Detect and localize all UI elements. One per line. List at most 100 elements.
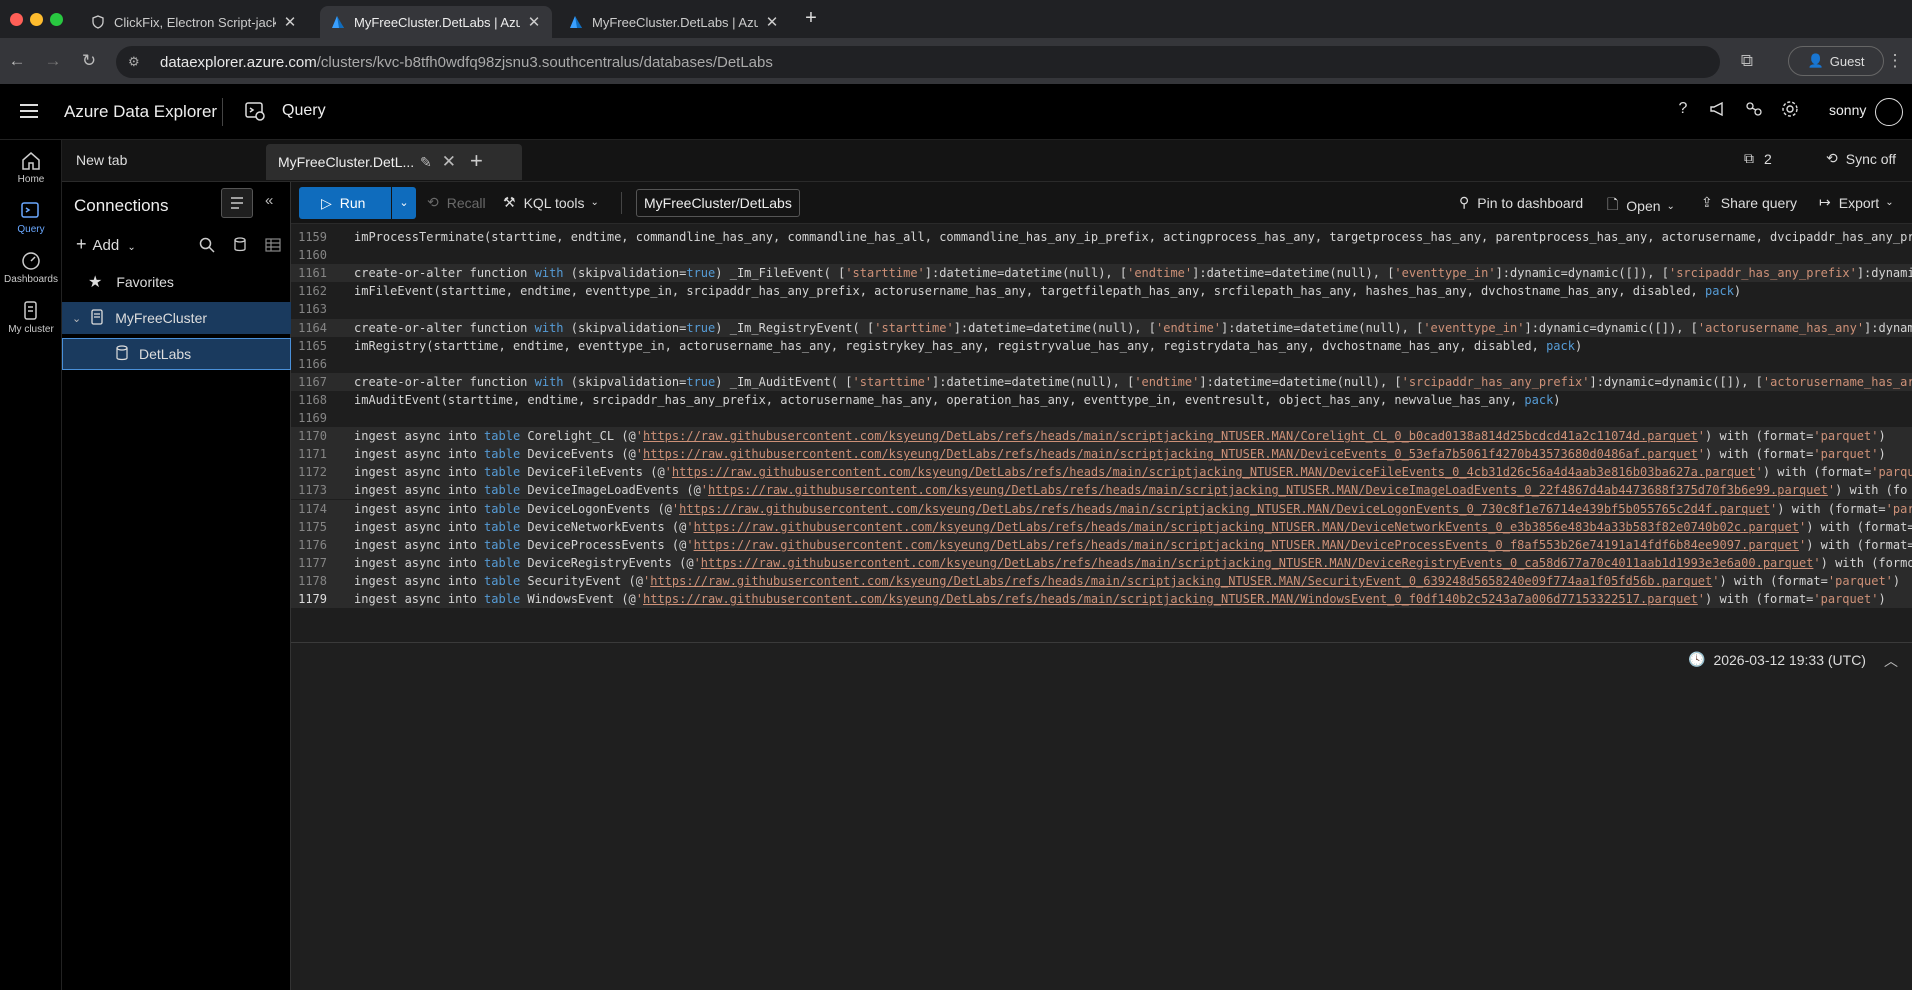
line-text: imRegistry(starttime, endtime, eventtype… — [354, 338, 1583, 353]
editor-line[interactable]: 1176 ingest async into table DeviceProces… — [291, 535, 1912, 554]
export-menu[interactable]: ↦ Export ⌄ — [1819, 194, 1894, 211]
rail-item-query[interactable]: Query — [0, 200, 62, 235]
editor-line[interactable]: 1164 create-or-alter function with (skipv… — [291, 318, 1912, 337]
tab-active-query[interactable]: MyFreeCluster.DetL... ✎ ✕ — [266, 144, 522, 180]
share-connections-icon[interactable] — [1743, 100, 1765, 122]
rail-item-home[interactable]: Home — [0, 150, 62, 185]
plus-icon: + — [76, 234, 87, 254]
window-zoom-button[interactable] — [50, 13, 63, 26]
rail-label: My cluster — [8, 324, 54, 335]
site-info-icon[interactable]: ⚙ — [128, 54, 148, 70]
kql-tools-menu[interactable]: ⚒ KQL tools ⌄ — [503, 194, 599, 211]
close-icon[interactable]: ✕ — [442, 152, 456, 172]
address-bar[interactable]: ⚙ dataexplorer.azure.com/clusters/kvc-b8… — [116, 46, 1720, 78]
feedback-megaphone-icon[interactable] — [1707, 100, 1729, 122]
editor-line[interactable]: 1159 imProcessTerminate(starttime, endtim… — [291, 228, 1912, 246]
editor-line[interactable]: 1168 imAuditEvent(starttime, endtime, src… — [291, 391, 1912, 409]
editor-line[interactable]: 1171 ingest async into table DeviceEvents… — [291, 445, 1912, 464]
tree-item-favorites[interactable]: ★ Favorites — [62, 266, 291, 298]
tab-new-tab[interactable]: New tab — [76, 152, 127, 168]
editor-line[interactable]: 1174 ingest async into table DeviceLogonE… — [291, 499, 1912, 518]
line-number: 1162 — [298, 284, 327, 299]
rail-item-dashboards[interactable]: Dashboards — [0, 250, 62, 285]
database-refresh-icon[interactable] — [232, 236, 250, 254]
editor-line[interactable]: 1165 imRegistry(starttime, endtime, event… — [291, 337, 1912, 355]
tree-item-database[interactable]: DetLabs — [62, 338, 291, 370]
line-number: 1175 — [298, 519, 327, 534]
close-icon[interactable]: ✕ — [526, 13, 542, 31]
window-close-button[interactable] — [10, 13, 23, 26]
window-minimize-button[interactable] — [30, 13, 43, 26]
section-title: Query — [282, 102, 326, 119]
tab-count[interactable]: ⧉ 2 — [1744, 150, 1772, 167]
editor-line[interactable]: 1162 imFileEvent(starttime, endtime, even… — [291, 282, 1912, 300]
editor-line[interactable]: 1161 create-or-alter function with (skipv… — [291, 264, 1912, 283]
avatar[interactable] — [1875, 98, 1903, 126]
editor-line[interactable]: 1179 ingest async into table WindowsEvent… — [291, 590, 1912, 608]
reload-icon[interactable]: ↻ — [78, 50, 100, 72]
editor-line[interactable]: 1178 ingest async into table SecurityEven… — [291, 571, 1912, 590]
line-text: ingest async into table DeviceLogonEvent… — [354, 501, 1912, 516]
install-app-icon[interactable]: ⧉ — [1736, 50, 1758, 72]
profile-button[interactable]: 👤 Guest — [1788, 46, 1884, 76]
profile-label: Guest — [1829, 53, 1865, 69]
new-tab-plus-icon[interactable]: + — [800, 8, 822, 30]
app-title: Azure Data Explorer — [64, 102, 218, 121]
azure-data-explorer-icon — [330, 14, 346, 30]
editor-line[interactable]: 1173 ingest async into table DeviceImageL… — [291, 481, 1912, 500]
run-options-chevron-icon[interactable]: ⌄ — [392, 187, 416, 219]
editor-line[interactable]: 1172 ingest async into table DeviceFileEv… — [291, 463, 1912, 482]
editor-line[interactable]: 1177 ingest async into table DeviceRegist… — [291, 553, 1912, 572]
left-nav-rail: Home Query Dashboards My cluster — [0, 140, 62, 990]
editor-line[interactable]: 1169 — [291, 409, 1912, 427]
settings-gear-icon[interactable] — [1779, 100, 1801, 122]
browser-tab-2[interactable]: MyFreeCluster.DetLabs | Azure ✕ — [320, 6, 552, 38]
close-icon[interactable]: ✕ — [282, 13, 298, 31]
browser-tab-1[interactable]: ClickFix, Electron Script-jacking ✕ — [80, 6, 308, 38]
run-button[interactable]: ▷ Run — [299, 187, 391, 219]
add-connection-button[interactable]: + Add ⌄ — [76, 234, 136, 255]
editor-line[interactable]: 1170 ingest async into table Corelight_CL… — [291, 427, 1912, 446]
line-text: ingest async into table DeviceNetworkEve… — [354, 519, 1912, 534]
rail-item-my-cluster[interactable]: My cluster — [0, 300, 62, 335]
line-number: 1168 — [298, 392, 327, 407]
filter-list-icon[interactable] — [221, 188, 253, 218]
editor-line[interactable]: 1175 ingest async into table DeviceNetwor… — [291, 517, 1912, 536]
share-query-button[interactable]: ⇪ Share query — [1701, 194, 1797, 211]
line-number: 1160 — [298, 248, 327, 263]
forward-arrow-icon[interactable]: → — [42, 50, 64, 72]
user-name[interactable]: sonny — [1829, 102, 1866, 118]
expand-results-chevron-up-icon[interactable]: ︿ — [1884, 651, 1898, 671]
line-number: 1172 — [298, 465, 327, 480]
browser-tab-title: ClickFix, Electron Script-jacking — [114, 14, 276, 30]
browser-tab-3[interactable]: MyFreeCluster.DetLabs | Azure ✕ — [558, 6, 790, 38]
editor-line[interactable]: 1167 create-or-alter function with (skipv… — [291, 372, 1912, 391]
tree-item-cluster[interactable]: ⌄ MyFreeCluster — [62, 302, 291, 334]
edit-pencil-icon[interactable]: ✎ — [420, 154, 432, 171]
add-tab-plus-icon[interactable]: + — [470, 148, 483, 174]
pin-to-dashboard-button[interactable]: ⚲ Pin to dashboard — [1459, 194, 1583, 211]
sync-toggle[interactable]: ⟲ Sync off — [1826, 150, 1896, 167]
recall-button[interactable]: ⟲ Recall — [427, 194, 486, 211]
database-context-selector[interactable]: MyFreeCluster/DetLabs — [636, 189, 800, 217]
close-icon[interactable]: ✕ — [764, 13, 780, 31]
editor-line[interactable]: 1160 — [291, 246, 1912, 264]
query-editor[interactable]: 1159 imProcessTerminate(starttime, endtim… — [291, 224, 1912, 642]
line-number: 1161 — [298, 266, 327, 281]
browser-toolbar: ← → ↻ ⚙ dataexplorer.azure.com/clusters/… — [0, 38, 1912, 84]
open-menu[interactable]: 🗋 Open ⌄ — [1607, 194, 1675, 218]
table-view-icon[interactable] — [264, 236, 282, 254]
browser-menu-icon[interactable]: ⋮ — [1884, 50, 1906, 72]
line-number: 1171 — [298, 447, 327, 462]
line-number: 1176 — [298, 537, 327, 552]
editor-line[interactable]: 1166 — [291, 355, 1912, 373]
editor-line[interactable]: 1163 — [291, 300, 1912, 318]
hamburger-menu-icon[interactable] — [20, 104, 38, 118]
collapse-panel-icon[interactable]: « — [265, 192, 273, 209]
help-icon[interactable]: ? — [1672, 100, 1694, 122]
copies-icon: ⧉ — [1744, 150, 1754, 166]
export-icon: ↦ — [1819, 194, 1831, 210]
back-arrow-icon[interactable]: ← — [6, 50, 28, 72]
search-icon[interactable] — [198, 236, 216, 254]
profile-icon: 👤 — [1807, 53, 1824, 68]
